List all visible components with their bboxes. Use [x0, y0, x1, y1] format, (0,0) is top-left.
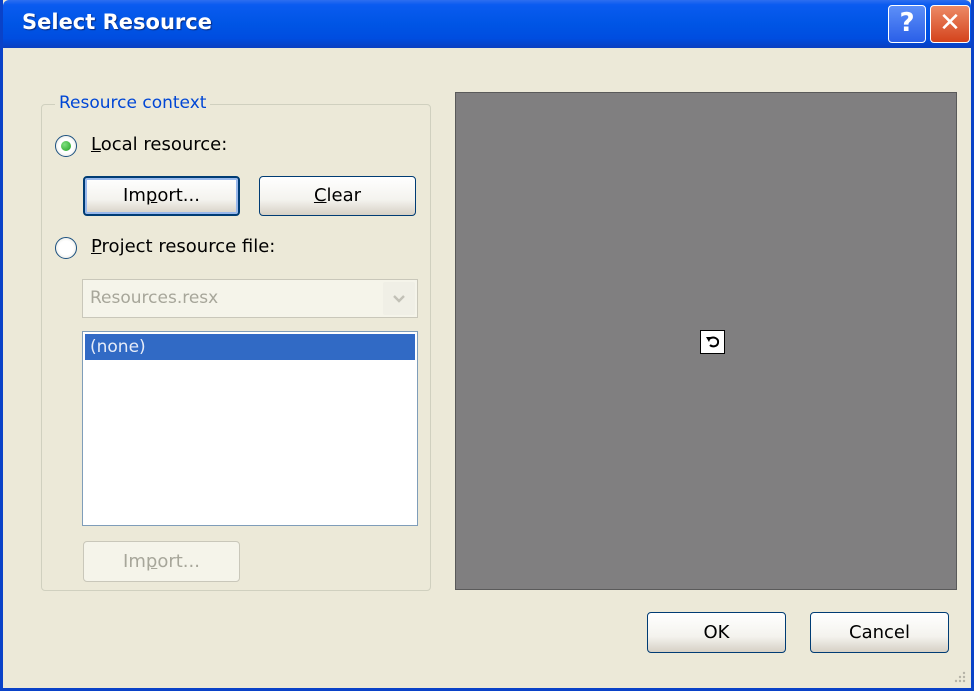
import-button[interactable]: Import...: [83, 176, 240, 216]
resource-file-combo[interactable]: Resources.resx: [82, 279, 418, 318]
project-resource-radio[interactable]: [55, 237, 77, 259]
local-resource-label[interactable]: Local resource:: [91, 134, 227, 155]
resource-context-legend: Resource context: [55, 93, 211, 113]
undo-icon: [700, 330, 725, 354]
resize-grip-icon[interactable]: [953, 670, 967, 684]
cancel-button[interactable]: Cancel: [810, 612, 949, 653]
project-resource-label[interactable]: Project resource file:: [91, 236, 275, 257]
help-button[interactable]: ?: [888, 5, 926, 43]
title-bar[interactable]: Select Resource ? ✕: [3, 0, 971, 48]
resource-list[interactable]: (none): [82, 331, 418, 526]
ok-button[interactable]: OK: [647, 612, 786, 653]
local-resource-radio[interactable]: [55, 135, 77, 157]
radio-selected-dot: [61, 141, 71, 151]
project-import-button: Import...: [83, 541, 240, 582]
list-item[interactable]: (none): [85, 334, 415, 360]
select-resource-dialog: Select Resource ? ✕ Resource context Loc…: [0, 0, 974, 691]
dialog-title: Select Resource: [22, 10, 212, 34]
clear-button[interactable]: Clear: [259, 176, 416, 216]
resource-file-value: Resources.resx: [90, 288, 219, 308]
close-button[interactable]: ✕: [930, 5, 970, 43]
chevron-down-icon[interactable]: [383, 282, 415, 315]
